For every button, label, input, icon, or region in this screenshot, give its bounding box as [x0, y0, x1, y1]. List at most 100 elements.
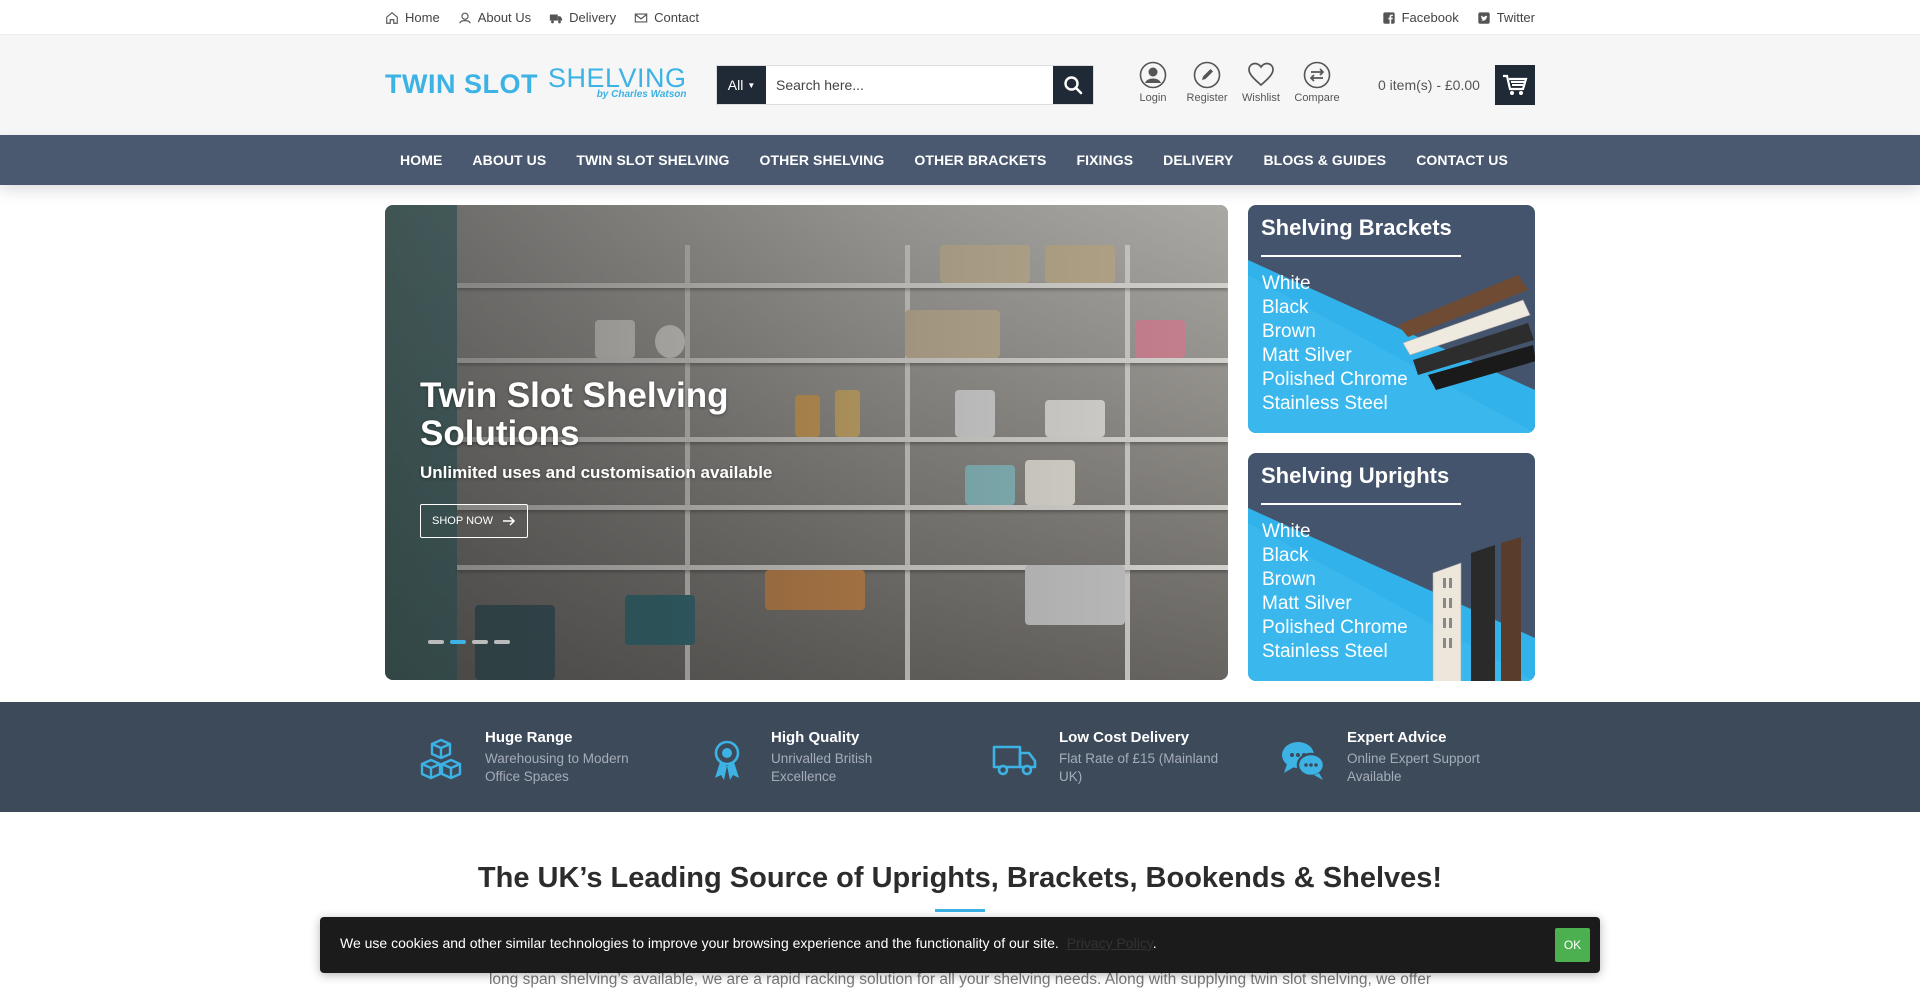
banner-color-item: Stainless Steel [1262, 641, 1388, 662]
banner-color-item: Matt Silver [1262, 345, 1352, 366]
top-link-about[interactable]: About Us [458, 10, 531, 25]
top-link-home[interactable]: Home [385, 10, 440, 25]
nav-item-about-us[interactable]: ABOUT US [457, 152, 561, 168]
logo-main-text: TWIN SLOT [385, 69, 538, 99]
nav-item-contact-us[interactable]: CONTACT US [1401, 152, 1523, 168]
logo-byline: by Charles Watson [596, 89, 687, 100]
cookie-banner: We use cookies and other similar technol… [320, 917, 1600, 973]
banner-color-item: Black [1262, 545, 1309, 566]
feature-desc: Online Expert Support Available [1347, 751, 1480, 784]
banner-color-item: Polished Chrome [1262, 369, 1408, 390]
slider-dot[interactable] [472, 640, 488, 644]
banner-color-item: Stainless Steel [1262, 393, 1388, 414]
register-label: Register [1186, 92, 1228, 104]
feature-desc: Flat Rate of £15 (Mainland UK) [1059, 751, 1219, 784]
wishlist-button[interactable]: Wishlist [1241, 61, 1281, 104]
social-links: Facebook Twitter [1382, 10, 1535, 25]
shop-now-button[interactable]: SHOP NOW [420, 504, 528, 538]
hero-slider[interactable]: Twin Slot Shelving Solutions Unlimited u… [385, 205, 1228, 680]
cookie-ok-button[interactable]: OK [1555, 928, 1590, 962]
top-bar: Home About Us Delivery Contact Facebook [0, 0, 1920, 35]
top-link-delivery[interactable]: Delivery [549, 10, 616, 25]
bracket-product-image [1398, 275, 1535, 390]
banner-color-item: White [1262, 521, 1311, 542]
cubes-icon [420, 738, 462, 780]
banner-shelving-uprights[interactable]: Shelving Uprights White Black Brown Matt… [1248, 453, 1535, 681]
search-input[interactable] [766, 66, 1053, 104]
login-label: Login [1139, 92, 1167, 104]
nav-item-blogs-guides[interactable]: BLOGS & GUIDES [1248, 152, 1401, 168]
compare-label: Compare [1294, 92, 1340, 104]
page-heading: The UK’s Leading Source of Uprights, Bra… [477, 862, 1443, 894]
pencil-circle-icon [1193, 61, 1221, 89]
search-button[interactable] [1053, 66, 1093, 104]
register-button[interactable]: Register [1187, 61, 1227, 104]
feature-expert-advice: Expert Advice Online Expert Support Avai… [1279, 729, 1507, 786]
slider-dot-active[interactable] [450, 640, 466, 644]
mail-icon [634, 12, 648, 23]
slider-dot[interactable] [428, 640, 444, 644]
feature-title: Huge Range [485, 729, 573, 746]
upright-product-image [1432, 537, 1521, 681]
caret-down-icon: ▼ [747, 80, 756, 90]
feature-huge-range: Huge Range Warehousing to Modern Office … [417, 729, 645, 786]
nav-item-fixings[interactable]: FIXINGS [1061, 152, 1148, 168]
banner-title: Shelving Brackets [1261, 215, 1452, 240]
banner-color-item: Matt Silver [1262, 593, 1352, 614]
search-category-label: All [727, 77, 744, 93]
feature-desc: Warehousing to Modern Office Spaces [485, 751, 629, 784]
search-bar: All ▼ [716, 65, 1094, 105]
search-category-dropdown[interactable]: All ▼ [717, 66, 766, 104]
top-link-label: Delivery [569, 10, 617, 25]
social-link-twitter[interactable]: Twitter [1477, 10, 1535, 25]
nav-item-delivery[interactable]: DELIVERY [1148, 152, 1248, 168]
heading-underline [935, 909, 985, 912]
top-link-label: Contact [654, 10, 699, 25]
feature-title: Low Cost Delivery [1059, 729, 1190, 746]
chat-icon [1282, 742, 1326, 780]
feature-high-quality: High Quality Unrivalled British Excellen… [703, 729, 931, 786]
feature-low-cost-delivery: Low Cost Delivery Flat Rate of £15 (Main… [991, 729, 1219, 786]
banner-shelving-brackets[interactable]: Shelving Brackets White Black Brown Matt… [1248, 205, 1535, 433]
nav-item-other-shelving[interactable]: OTHER SHELVING [745, 152, 900, 168]
top-link-contact[interactable]: Contact [634, 10, 699, 25]
slider-dots [428, 640, 510, 644]
banner-color-item: Polished Chrome [1262, 617, 1408, 638]
privacy-policy-link[interactable]: Privacy Policy [1067, 935, 1153, 951]
nav-item-twin-slot-shelving[interactable]: TWIN SLOT SHELVING [561, 152, 744, 168]
social-link-label: Twitter [1496, 10, 1535, 25]
account-icons: Login Register Wishlist Compare [1133, 61, 1340, 104]
award-icon [714, 740, 740, 780]
compare-button[interactable]: Compare [1294, 61, 1340, 104]
home-icon [386, 11, 398, 24]
cart-button[interactable] [1495, 65, 1535, 105]
feature-desc: Unrivalled British Excellence [771, 751, 873, 784]
wishlist-label: Wishlist [1242, 92, 1280, 104]
nav-item-home[interactable]: HOME [385, 152, 457, 168]
login-button[interactable]: Login [1133, 61, 1173, 104]
banner-color-item: Black [1262, 297, 1309, 318]
feature-title: High Quality [771, 729, 860, 746]
nav-item-other-brackets[interactable]: OTHER BRACKETS [899, 152, 1061, 168]
cookie-message: We use cookies and other similar technol… [340, 935, 1157, 951]
banner-color-item: Brown [1262, 569, 1316, 590]
social-link-label: Facebook [1401, 10, 1459, 25]
banner-color-list: White Black Brown Matt Silver Polished C… [1262, 520, 1408, 664]
social-link-facebook[interactable]: Facebook [1382, 10, 1459, 25]
cart-icon [1503, 74, 1528, 95]
cart-summary[interactable]: 0 item(s) - £0.00 [1378, 77, 1480, 93]
feature-title: Expert Advice [1347, 729, 1447, 746]
hero-subtitle: Unlimited uses and customisation availab… [420, 463, 773, 482]
top-links: Home About Us Delivery Contact [385, 10, 699, 25]
top-link-label: About Us [477, 10, 532, 25]
banner-color-list: White Black Brown Matt Silver Polished C… [1262, 272, 1408, 416]
facebook-icon [1382, 11, 1395, 24]
twitter-icon [1478, 11, 1490, 24]
slider-dot[interactable] [494, 640, 510, 644]
logo-sub-text: SHELVING [547, 63, 687, 93]
main-nav: HOME ABOUT US TWIN SLOT SHELVING OTHER S… [0, 135, 1920, 185]
compare-icon [1303, 61, 1331, 89]
site-logo[interactable]: TWIN SLOT SHELVING by Charles Watson [385, 63, 687, 101]
header: TWIN SLOT SHELVING by Charles Watson All… [0, 35, 1920, 135]
cookie-text: We use cookies and other similar technol… [340, 935, 1059, 951]
